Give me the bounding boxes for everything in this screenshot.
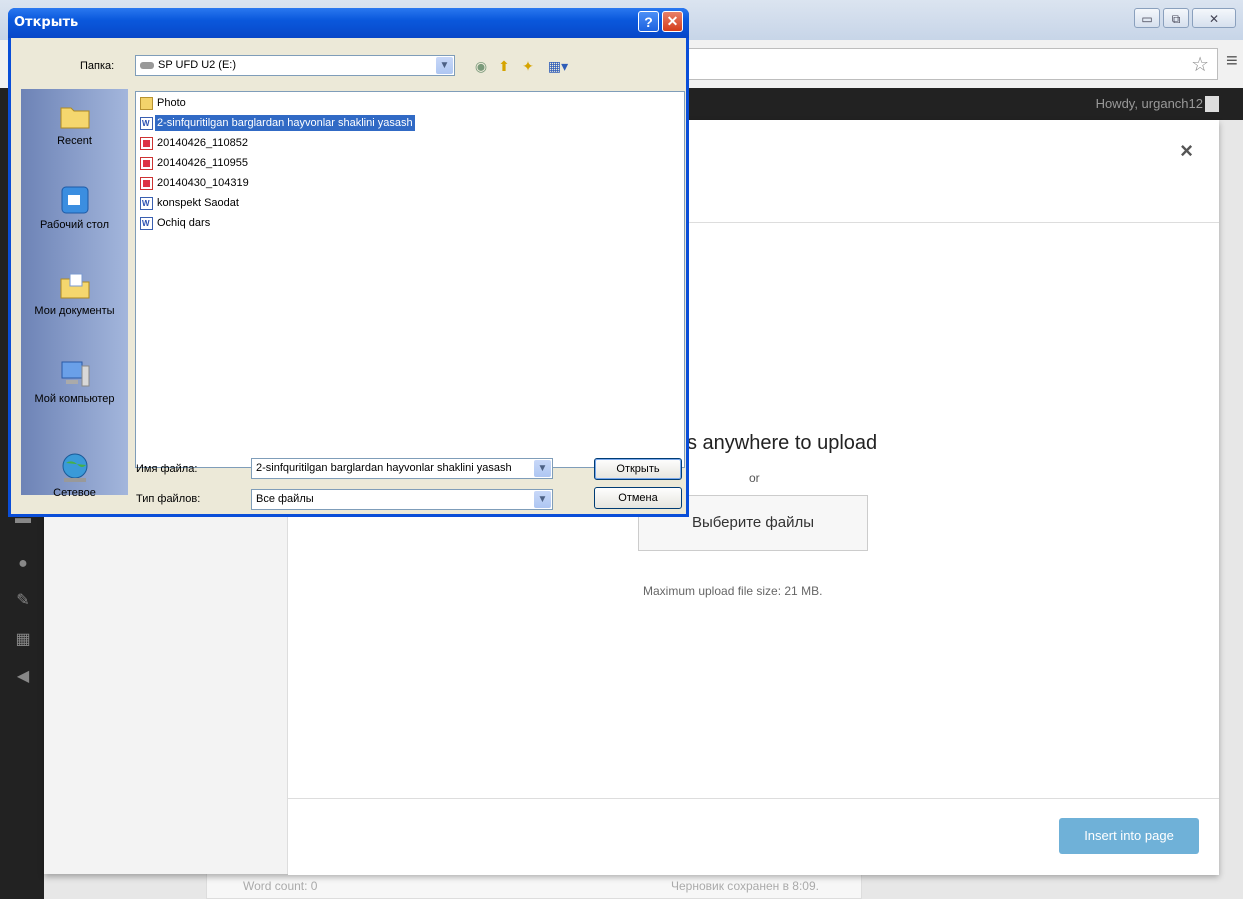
file-list[interactable]: Photo 2-sinfquritilgan barglardan hayvon… (135, 91, 685, 468)
max-upload-size: Maximum upload file size: 21 MB. (643, 584, 823, 598)
places-bar: Recent Рабочий стол Мои документы Мой ко… (21, 89, 128, 499)
list-item[interactable]: Photo (140, 95, 188, 112)
browser-close-button[interactable]: ✕ (1192, 8, 1236, 28)
desktop-icon (61, 186, 88, 214)
my-computer-icon (61, 361, 89, 387)
place-network[interactable]: Сетевое (21, 451, 128, 499)
dialog-titlebar[interactable]: Открыть ? ✕ (8, 8, 689, 38)
help-button[interactable]: ? (638, 11, 659, 32)
dialog-title: Открыть (14, 15, 79, 30)
network-icon (62, 453, 87, 482)
open-file-dialog: Открыть ? ✕ Папка: SP UFD U2 (E:) ▼ ◉ ⬆ … (8, 8, 689, 517)
filename-value: 2-sinfquritilgan barglardan hayvonlar sh… (256, 462, 512, 474)
collapse-menu-icon[interactable]: ◀ (14, 668, 32, 686)
filetype-select[interactable]: Все файлы ▼ (251, 489, 553, 510)
image-file-icon (140, 176, 153, 190)
editor-status-bar: Word count: 0 Черновик сохранен в 8:09. (206, 872, 862, 899)
my-documents-icon (60, 273, 89, 299)
chevron-down-icon[interactable]: ▼ (436, 57, 453, 74)
howdy-user[interactable]: Howdy, urganch12 (1096, 96, 1203, 111)
list-item[interactable]: konspekt Saodat (140, 195, 241, 212)
upload-or-text: or (749, 471, 760, 485)
filename-input[interactable]: 2-sinfquritilgan barglardan hayvonlar sh… (251, 458, 553, 479)
address-bar[interactable]: ☆ (680, 48, 1218, 80)
image-file-icon (140, 136, 153, 150)
folder-icon (140, 96, 153, 110)
insert-into-page-button[interactable]: Insert into page (1059, 818, 1199, 854)
users-icon[interactable]: ● (14, 555, 32, 573)
place-recent[interactable]: Recent (21, 99, 128, 147)
dialog-close-button[interactable]: ✕ (662, 11, 683, 32)
up-folder-icon[interactable]: ⬆ (495, 57, 513, 75)
chevron-down-icon[interactable]: ▼ (534, 491, 551, 508)
modal-close-icon[interactable]: × (1180, 138, 1193, 164)
word-count: Word count: 0 (243, 879, 318, 893)
view-menu-icon[interactable]: ▦▾ (544, 57, 572, 75)
list-item[interactable]: 20140426_110852 (140, 135, 250, 152)
menu-icon[interactable]: ≡ (1226, 50, 1238, 73)
word-document-icon (140, 116, 153, 132)
back-icon[interactable]: ◉ (472, 57, 490, 75)
restore-button[interactable]: ⧉ (1163, 8, 1189, 28)
media-modal-toolbar: Insert into page (288, 798, 1219, 875)
filetype-value: Все файлы (256, 493, 314, 505)
image-file-icon (140, 156, 153, 170)
word-document-icon (140, 196, 153, 212)
filetype-label: Тип файлов: (136, 493, 201, 505)
tools-icon[interactable]: ✎ (14, 592, 32, 610)
filename-label: Имя файла: (136, 463, 198, 475)
place-my-documents[interactable]: Мои документы (21, 269, 128, 317)
recent-folder-icon (60, 107, 89, 129)
cancel-button[interactable]: Отмена (594, 487, 682, 509)
dialog-body: Папка: SP UFD U2 (E:) ▼ ◉ ⬆ ✦ ▦▾ Recent … (11, 38, 686, 514)
list-item[interactable]: 2-sinfquritilgan barglardan hayvonlar sh… (140, 115, 415, 132)
folder-label: Папка: (80, 60, 115, 72)
list-item[interactable]: Ochiq dars (140, 215, 212, 232)
list-item[interactable]: 20140426_110955 (140, 155, 250, 172)
folder-select[interactable]: SP UFD U2 (E:) ▼ (135, 55, 455, 76)
chevron-down-icon[interactable]: ▼ (534, 460, 551, 477)
draft-saved-status: Черновик сохранен в 8:09. (671, 879, 819, 893)
minimize-button[interactable]: ▭ (1134, 8, 1160, 28)
settings-icon[interactable]: ▦ (14, 631, 32, 649)
upload-instructions: s anywhere to upload (687, 432, 878, 454)
star-icon[interactable]: ☆ (1191, 52, 1209, 77)
drive-icon (140, 62, 154, 69)
word-document-icon (140, 216, 153, 232)
place-desktop[interactable]: Рабочий стол (21, 183, 128, 231)
new-folder-icon[interactable]: ✦ (519, 57, 537, 75)
place-my-computer[interactable]: Мой компьютер (21, 357, 128, 405)
open-button[interactable]: Открыть (594, 458, 682, 480)
list-item[interactable]: 20140430_104319 (140, 175, 251, 192)
avatar[interactable] (1205, 96, 1219, 112)
folder-select-value: SP UFD U2 (E:) (158, 59, 237, 71)
